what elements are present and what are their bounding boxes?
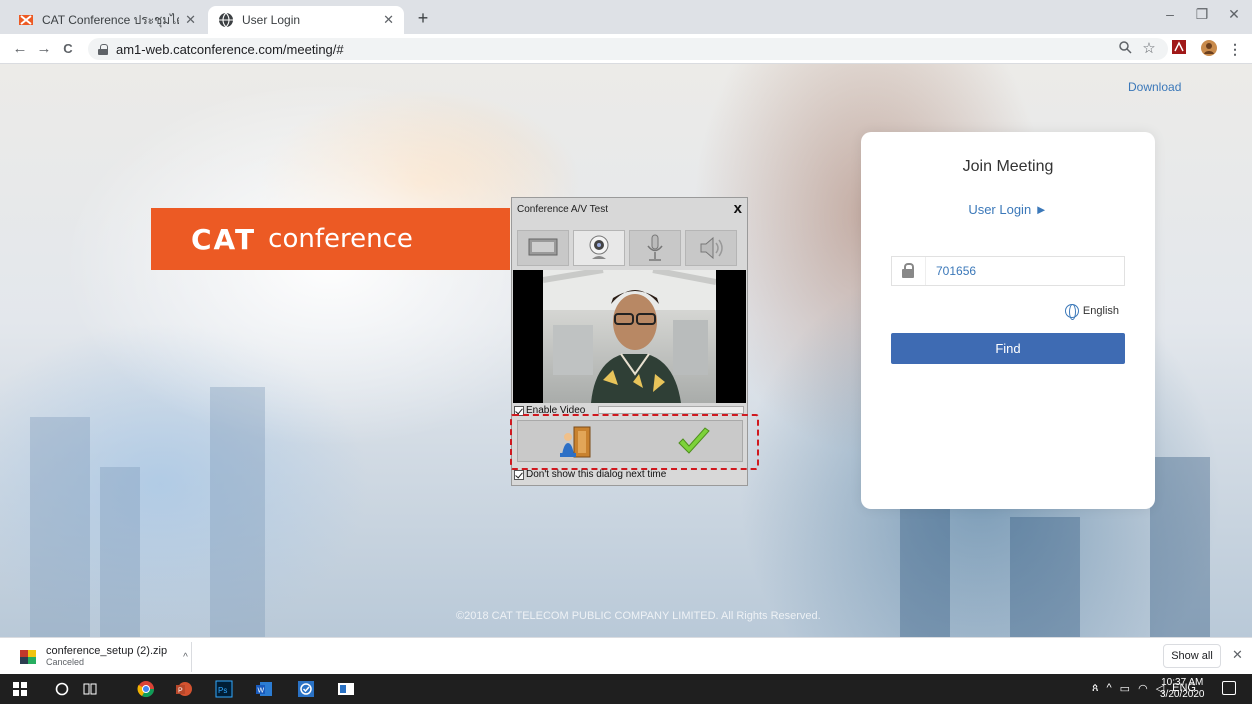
chrome-icon[interactable] bbox=[136, 679, 156, 699]
webcam-feed-image bbox=[543, 270, 716, 403]
logo-brand-light: conference bbox=[268, 224, 413, 254]
background-building bbox=[900, 487, 950, 637]
download-status: Canceled bbox=[46, 657, 85, 667]
wifi-icon[interactable]: ◠ bbox=[1138, 682, 1148, 695]
window-close-icon[interactable]: ✕ bbox=[1220, 6, 1248, 23]
close-download-bar-icon[interactable]: ✕ bbox=[1232, 647, 1243, 663]
browser-toolbar: ← → C am1-web.catconference.com/meeting/… bbox=[0, 34, 1252, 64]
forward-arrow-icon[interactable]: → bbox=[34, 39, 54, 59]
browser-tab-strip: CAT Conference ประชุมได้ใช้ชีดจำกั ✕ Use… bbox=[0, 0, 1252, 34]
exit-door-icon[interactable] bbox=[558, 425, 594, 462]
address-bar[interactable]: am1-web.catconference.com/meeting/# bbox=[88, 38, 1168, 60]
dont-show-row[interactable]: Don't show this dialog next time bbox=[514, 469, 666, 480]
logo-brand-bold: CAT bbox=[191, 222, 257, 256]
download-shelf: conference_setup (2).zip Canceled ^ Show… bbox=[0, 637, 1252, 674]
download-link[interactable]: Download bbox=[1128, 80, 1181, 94]
cat-conference-logo: CAT conference bbox=[151, 208, 510, 270]
powerpoint-icon[interactable]: P bbox=[174, 679, 194, 699]
zoom-icon[interactable] bbox=[1116, 40, 1134, 58]
globe-favicon-icon bbox=[218, 12, 234, 28]
highlight-annotation bbox=[510, 414, 759, 470]
monitor-icon[interactable] bbox=[517, 230, 569, 266]
windows-start-icon[interactable] bbox=[10, 679, 30, 699]
task-view-icon[interactable] bbox=[80, 679, 100, 699]
language-label: English bbox=[1082, 305, 1119, 317]
cat-favicon-icon bbox=[18, 12, 34, 28]
find-button[interactable]: Find bbox=[891, 333, 1125, 364]
tab-user-login[interactable]: User Login ✕ bbox=[208, 6, 404, 34]
dont-show-checkbox[interactable] bbox=[514, 469, 524, 480]
dialog-title: Conference A/V Test bbox=[517, 204, 608, 215]
join-meeting-title: Join Meeting bbox=[962, 158, 1054, 175]
tab-cat-conference[interactable]: CAT Conference ประชุมได้ใช้ชีดจำกั ✕ bbox=[8, 6, 206, 34]
footer-copyright: ©2018 CAT TELECOM PUBLIC COMPANY LIMITED… bbox=[456, 610, 821, 622]
svg-text:W: W bbox=[258, 688, 265, 695]
background-building bbox=[1010, 517, 1080, 637]
webcam-icon[interactable] bbox=[573, 230, 625, 266]
microphone-icon[interactable] bbox=[629, 230, 681, 266]
chevron-up-icon[interactable]: ^ bbox=[183, 652, 188, 663]
lock-icon bbox=[98, 43, 108, 55]
meeting-page: Download CAT conference Join Meeting Use… bbox=[0, 64, 1252, 637]
minimize-icon[interactable]: – bbox=[1156, 6, 1184, 22]
background-building bbox=[30, 417, 90, 637]
language-selector[interactable]: English bbox=[1064, 303, 1119, 320]
background-building bbox=[100, 467, 140, 637]
people-icon[interactable]: ጰ bbox=[1092, 682, 1099, 695]
notification-center-icon[interactable] bbox=[1222, 681, 1236, 695]
maximize-icon[interactable]: ❐ bbox=[1188, 6, 1216, 23]
speaker-icon[interactable] bbox=[685, 230, 737, 266]
battery-icon[interactable]: ▭ bbox=[1120, 682, 1130, 695]
taskbar-clock[interactable]: 10:37 AM 3/20/2020 bbox=[1160, 677, 1205, 701]
svg-text:P: P bbox=[178, 688, 183, 695]
pdf-extension-icon[interactable] bbox=[1170, 40, 1188, 58]
search-circle-icon[interactable] bbox=[52, 679, 72, 699]
chevron-up-icon[interactable]: ^ bbox=[1107, 682, 1112, 695]
menu-icon[interactable]: ⋮ bbox=[1226, 40, 1244, 58]
join-meeting-card: Join Meeting User Login ► English Find bbox=[861, 132, 1155, 509]
url-text[interactable]: am1-web.catconference.com/meeting/# bbox=[116, 42, 344, 57]
padlock-icon bbox=[892, 257, 926, 285]
back-arrow-icon[interactable]: ← bbox=[10, 39, 30, 59]
show-all-button[interactable]: Show all bbox=[1163, 644, 1221, 668]
tab-title: CAT Conference ประชุมได้ใช้ชีดจำกั bbox=[42, 12, 179, 27]
dialog-close-icon[interactable]: x bbox=[734, 200, 742, 217]
tab-close-icon[interactable]: ✕ bbox=[185, 12, 196, 28]
user-login-link[interactable]: User Login ► bbox=[861, 202, 1155, 217]
checkmark-icon[interactable] bbox=[676, 425, 712, 462]
background-building bbox=[1150, 457, 1210, 637]
tab-close-icon[interactable]: ✕ bbox=[383, 12, 394, 28]
download-item[interactable]: conference_setup (2).zip Canceled ^ bbox=[8, 642, 192, 672]
clock-time: 10:37 AM bbox=[1161, 677, 1204, 688]
svg-text:Ps: Ps bbox=[218, 686, 227, 695]
av-test-dialog: Conference A/V Test x Enable Video Don't… bbox=[510, 197, 759, 486]
dont-show-label: Don't show this dialog next time bbox=[526, 469, 667, 480]
globe-icon bbox=[1064, 303, 1079, 320]
video-level-bar bbox=[598, 406, 744, 414]
generic-app-icon[interactable] bbox=[336, 679, 356, 699]
new-tab-button[interactable]: + bbox=[412, 8, 434, 29]
meeting-id-field[interactable] bbox=[891, 256, 1125, 286]
tasks-app-icon[interactable] bbox=[296, 679, 316, 699]
word-icon[interactable]: W bbox=[254, 679, 274, 699]
tab-title: User Login bbox=[242, 13, 301, 27]
dialog-action-bar bbox=[510, 414, 759, 470]
bookmark-star-icon[interactable]: ☆ bbox=[1140, 40, 1158, 58]
camera-preview bbox=[513, 270, 746, 403]
background-building bbox=[210, 387, 265, 637]
reload-icon[interactable]: C bbox=[58, 39, 78, 59]
zip-file-icon bbox=[20, 650, 36, 664]
photoshop-icon[interactable]: Ps bbox=[214, 679, 234, 699]
clock-date: 3/20/2020 bbox=[1160, 689, 1205, 700]
meeting-id-input[interactable] bbox=[926, 264, 1116, 278]
download-filename: conference_setup (2).zip bbox=[46, 645, 168, 657]
profile-avatar-icon[interactable] bbox=[1200, 40, 1218, 58]
windows-taskbar: P Ps W ጰ ^ ▭ ◠ ◁ ENG 10:37 AM 3/20/2020 bbox=[0, 674, 1252, 704]
